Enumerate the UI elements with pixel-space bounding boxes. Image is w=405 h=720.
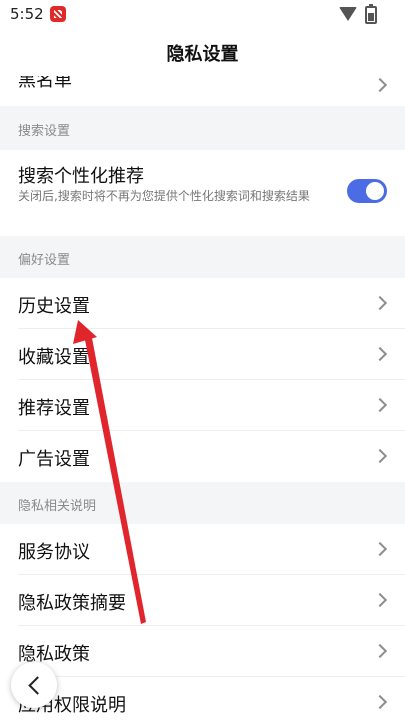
chevron-right-icon: [372, 541, 388, 557]
chevron-right-icon: [372, 643, 388, 659]
search-personalization-row: 搜索个性化推荐 关闭后,搜索时将不再为您提供个性化搜索词和搜索结果: [0, 150, 405, 236]
list-item-app-permissions[interactable]: 应用权限说明: [0, 677, 405, 720]
wifi-icon: [339, 7, 357, 21]
section-title: 搜索设置: [18, 124, 71, 139]
chevron-right-icon: [372, 694, 388, 710]
section-header-preferences: 偏好设置: [0, 236, 405, 278]
section-header-search: 搜索设置: [0, 106, 405, 150]
list-item-ad-settings[interactable]: 广告设置: [0, 431, 405, 482]
chevron-right-icon: [372, 448, 388, 464]
list-item-label: 历史设置: [18, 296, 90, 317]
search-personalization-description: 关闭后,搜索时将不再为您提供个性化搜索词和搜索结果: [18, 189, 310, 203]
section-header-privacy-docs: 隐私相关说明: [0, 482, 405, 524]
back-button[interactable]: [11, 662, 57, 708]
list-item-label: 服务协议: [18, 542, 90, 563]
list-item-history-settings[interactable]: 历史设置: [0, 278, 405, 329]
search-personalization-toggle[interactable]: [347, 179, 387, 203]
chevron-right-icon: [372, 295, 388, 311]
list-item-label: 广告设置: [18, 449, 90, 470]
toggle-knob: [366, 182, 384, 200]
chevron-right-icon: [372, 397, 388, 413]
status-time: 5:52: [10, 5, 44, 23]
list-item-label: 收藏设置: [18, 347, 90, 368]
list-item-privacy-summary[interactable]: 隐私政策摘要: [0, 575, 405, 626]
chevron-left-icon: [28, 676, 47, 695]
section-title: 隐私相关说明: [18, 499, 97, 514]
list-item-label: 黑名单: [18, 76, 72, 91]
list-item-label: 推荐设置: [18, 398, 90, 419]
chevron-right-icon: [372, 592, 388, 608]
list-item-privacy-policy[interactable]: 隐私政策: [0, 626, 405, 677]
status-bar: 5:52: [0, 0, 405, 30]
app-notification-icon: [50, 6, 66, 22]
chevron-right-icon: [372, 346, 388, 362]
page-title: 隐私设置: [166, 44, 239, 65]
list-item-label: 隐私政策摘要: [18, 593, 126, 614]
search-personalization-label: 搜索个性化推荐: [18, 166, 144, 187]
battery-icon: [365, 4, 377, 24]
list-item-service-agreement[interactable]: 服务协议: [0, 524, 405, 575]
list-item-blacklist[interactable]: 黑名单: [0, 76, 405, 106]
list-item-favorites-settings[interactable]: 收藏设置: [0, 329, 405, 380]
section-title: 偏好设置: [18, 253, 71, 268]
page-header: 隐私设置: [0, 30, 405, 76]
chevron-right-icon: [372, 77, 388, 93]
list-item-recommendation-settings[interactable]: 推荐设置: [0, 380, 405, 431]
